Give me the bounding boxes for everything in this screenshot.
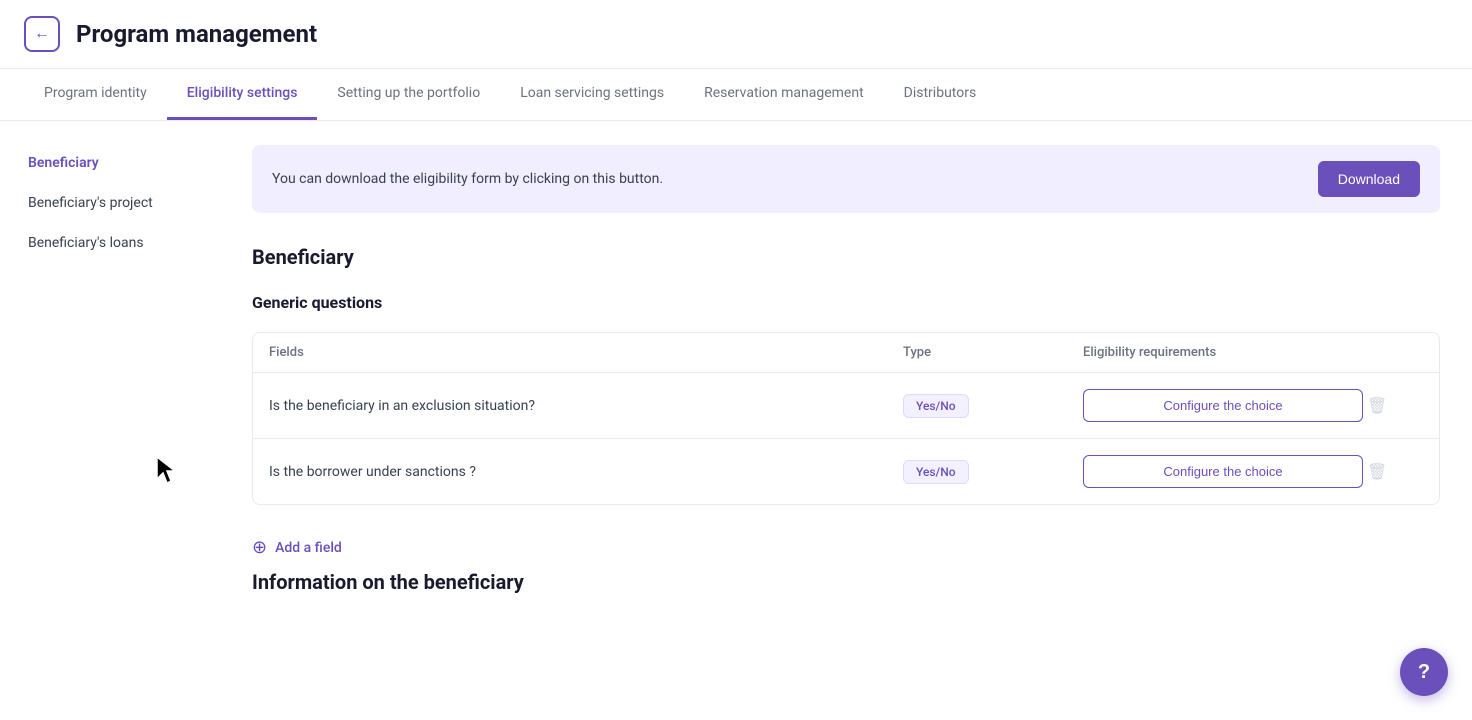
table-row: Is the borrower under sanctions ? Yes/No…	[253, 439, 1439, 504]
section-title: Beneficiary	[252, 245, 1440, 269]
tab-eligibility-settings[interactable]: Eligibility settings	[167, 69, 318, 120]
configure-cell-1: Configure the choice	[1083, 389, 1363, 422]
header: ← Program management	[0, 0, 1472, 69]
banner-text: You can download the eligibility form by…	[272, 171, 663, 187]
field-text-1: Is the beneficiary in an exclusion situa…	[269, 398, 903, 414]
delete-cell-1: 🗑	[1363, 392, 1423, 420]
type-badge-2: Yes/No	[903, 460, 969, 484]
app-container: ← Program management Program identity El…	[0, 0, 1472, 720]
trash-icon-2: 🗑	[1367, 462, 1387, 482]
main-content: You can download the eligibility form by…	[220, 121, 1472, 713]
delete-button-2[interactable]: 🗑	[1363, 458, 1391, 486]
delete-button-1[interactable]: 🗑	[1363, 392, 1391, 420]
configure-button-2[interactable]: Configure the choice	[1083, 455, 1363, 488]
subsection-title: Generic questions	[252, 293, 1440, 312]
tab-loan-servicing[interactable]: Loan servicing settings	[500, 69, 684, 120]
info-section-title: Information on the beneficiary	[252, 570, 1440, 594]
nav-tabs: Program identity Eligibility settings Se…	[0, 69, 1472, 121]
type-cell-1: Yes/No	[903, 394, 1083, 418]
back-button[interactable]: ←	[24, 16, 60, 52]
configure-button-1[interactable]: Configure the choice	[1083, 389, 1363, 422]
type-badge-1: Yes/No	[903, 394, 969, 418]
add-circle-icon: ⊕	[252, 537, 267, 558]
add-field-label: Add a field	[275, 540, 342, 556]
sidebar: Beneficiary Beneficiary's project Benefi…	[0, 121, 220, 713]
sidebar-item-beneficiary-loans[interactable]: Beneficiary's loans	[16, 225, 204, 261]
col-eligibility: Eligibility requirements	[1083, 345, 1363, 360]
download-button[interactable]: Download	[1318, 161, 1420, 197]
main-layout: Beneficiary Beneficiary's project Benefi…	[0, 121, 1472, 713]
tab-setting-up-portfolio[interactable]: Setting up the portfolio	[317, 69, 500, 120]
field-text-2: Is the borrower under sanctions ?	[269, 464, 903, 480]
add-field-row[interactable]: ⊕ Add a field	[252, 525, 1440, 570]
tab-program-identity[interactable]: Program identity	[24, 69, 167, 120]
delete-cell-2: 🗑	[1363, 458, 1423, 486]
help-button[interactable]: ?	[1400, 648, 1448, 696]
sidebar-item-beneficiary-project[interactable]: Beneficiary's project	[16, 185, 204, 221]
tab-distributors[interactable]: Distributors	[884, 69, 997, 120]
tab-reservation-management[interactable]: Reservation management	[684, 69, 884, 120]
type-cell-2: Yes/No	[903, 460, 1083, 484]
table-row: Is the beneficiary in an exclusion situa…	[253, 373, 1439, 439]
configure-cell-2: Configure the choice	[1083, 455, 1363, 488]
page-title: Program management	[76, 20, 317, 48]
sidebar-item-beneficiary[interactable]: Beneficiary	[16, 145, 204, 181]
info-banner: You can download the eligibility form by…	[252, 145, 1440, 213]
fields-table: Fields Type Eligibility requirements Is …	[252, 332, 1440, 505]
col-type: Type	[903, 345, 1083, 360]
back-icon: ←	[34, 25, 50, 43]
col-actions	[1363, 345, 1423, 360]
trash-icon-1: 🗑	[1367, 396, 1387, 416]
table-header: Fields Type Eligibility requirements	[253, 333, 1439, 373]
col-fields: Fields	[269, 345, 903, 360]
